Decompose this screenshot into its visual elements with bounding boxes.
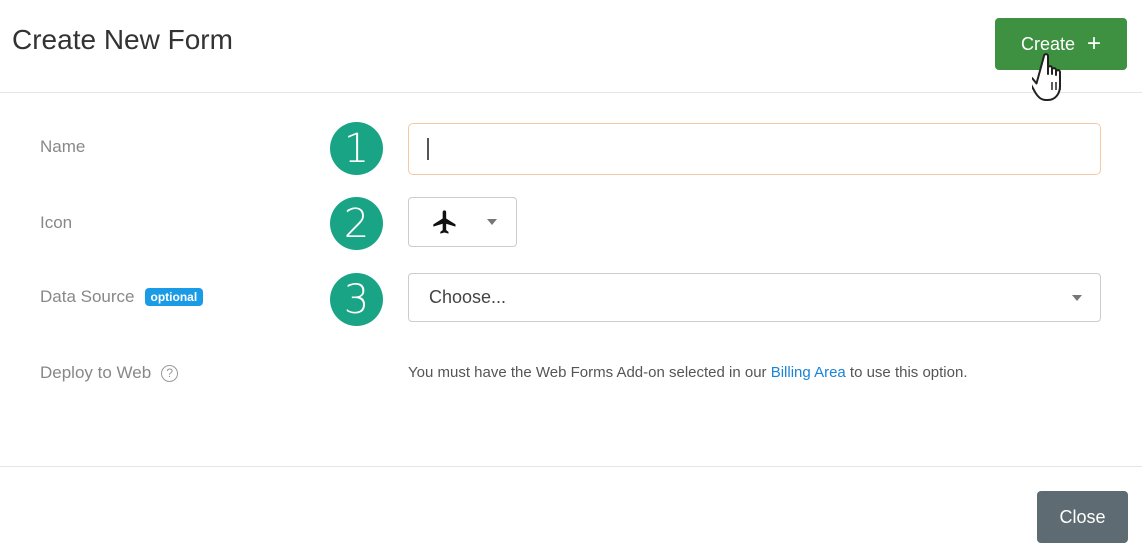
optional-badge: optional	[144, 288, 204, 306]
data-source-label: Data Source optional	[40, 287, 204, 307]
icon-label-text: Icon	[40, 213, 73, 232]
deploy-label: Deploy to Web ?	[40, 363, 179, 383]
plus-icon: +	[1087, 30, 1102, 57]
name-label: Name	[40, 137, 85, 157]
hand-pointer-icon	[1032, 53, 1061, 101]
page-title: Create New Form	[12, 24, 233, 55]
data-source-label-text: Data Source	[40, 287, 135, 306]
step-marker-2: 2	[330, 197, 383, 250]
airplane-icon	[433, 210, 456, 234]
modal-header: Create New Form Create +	[0, 0, 1142, 93]
icon-select[interactable]	[408, 197, 517, 247]
deploy-note-suffix: to use this option.	[845, 364, 968, 381]
data-source-selected: Choose...	[429, 287, 507, 307]
footer-divider	[0, 466, 1142, 467]
name-label-text: Name	[40, 137, 86, 156]
question-circle-icon[interactable]: ?	[161, 364, 179, 382]
billing-area-link[interactable]: Billing Area	[771, 364, 846, 381]
close-button[interactable]: Close	[1037, 491, 1128, 543]
name-input[interactable]	[408, 123, 1101, 175]
icon-label: Icon	[40, 213, 72, 233]
step-marker-1: 1	[330, 122, 383, 175]
chevron-down-icon	[487, 219, 497, 225]
deploy-note: You must have the Web Forms Add-on selec…	[408, 364, 968, 381]
step-marker-3: 3	[330, 273, 383, 326]
data-source-select[interactable]: Choose...	[408, 273, 1101, 322]
text-caret	[427, 138, 429, 160]
deploy-note-prefix: You must have the Web Forms Add-on selec…	[408, 364, 771, 381]
deploy-label-text: Deploy to Web	[40, 363, 152, 382]
chevron-down-icon	[1072, 294, 1082, 301]
